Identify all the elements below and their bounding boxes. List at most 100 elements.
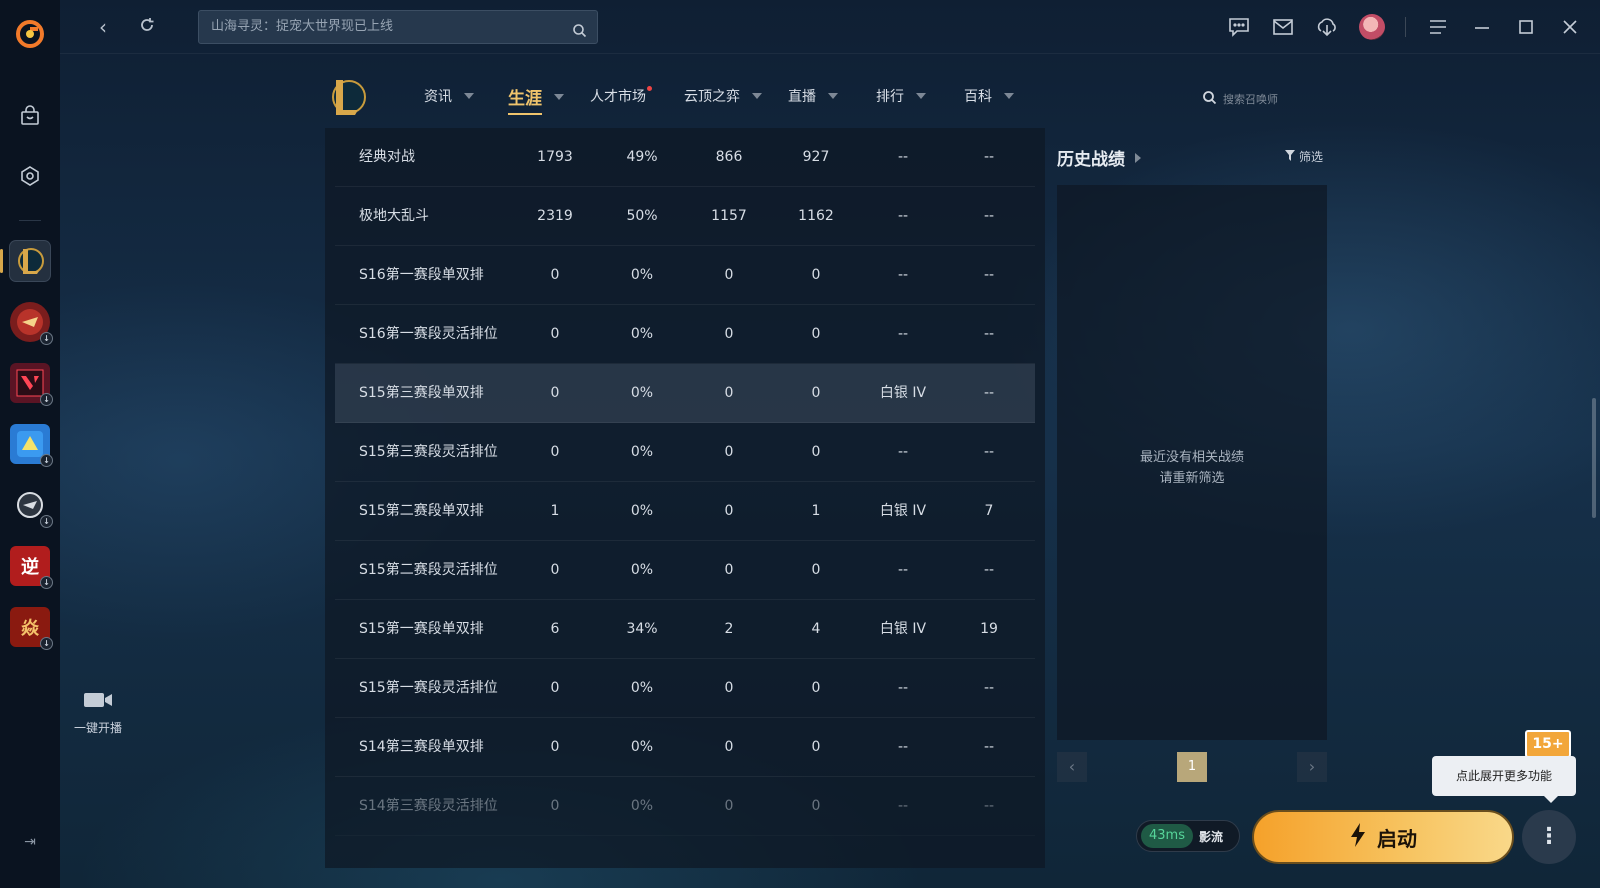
empty-line-1: 最近没有相关战绩 — [1139, 450, 1244, 465]
chevron-down-icon — [554, 93, 564, 100]
tab-news[interactable]: 资讯 — [424, 86, 474, 106]
table-row[interactable]: 经典对战 1793 49% 866 927 -- -- — [335, 128, 1035, 187]
close-icon[interactable] — [1558, 15, 1582, 39]
table-row[interactable]: S15第三赛段灵活排位 0 0% 0 0 -- -- — [335, 423, 1035, 482]
refresh-icon[interactable] — [134, 14, 160, 40]
table-row[interactable]: S15第一赛段单双排 6 34% 2 4 白银 IV 19 — [335, 600, 1035, 659]
stat-cell: 0 — [724, 385, 734, 401]
stat-cell: 0 — [811, 326, 821, 342]
table-row[interactable]: S16第一赛段单双排 0 0% 0 0 -- -- — [335, 246, 1035, 305]
download-badge-icon: ↓ — [40, 637, 53, 650]
mail-icon[interactable] — [1271, 15, 1295, 39]
stat-cell: -- — [983, 385, 995, 401]
history-panel: 最近没有相关战绩 请重新筛选 — [1057, 185, 1327, 740]
stat-cell: 0 — [550, 326, 560, 342]
mode-name-cell: S14第三赛段单双排 — [359, 739, 484, 755]
stat-cell: -- — [897, 680, 909, 696]
mode-name-cell: 极地大乱斗 — [359, 208, 429, 224]
stat-cell: 927 — [802, 149, 830, 165]
history-empty-message: 最近没有相关战绩 请重新筛选 — [1057, 447, 1327, 489]
prev-page-icon[interactable]: ‹ — [1057, 752, 1087, 782]
maximize-icon[interactable] — [1514, 15, 1538, 39]
tab-talent-market[interactable]: 人才市场 — [590, 86, 652, 106]
history-pager: ‹ 1 › — [1057, 752, 1327, 782]
filter-button[interactable]: 筛选 — [1285, 148, 1323, 165]
mode-name-cell: S16第一赛段灵活排位 — [359, 326, 498, 342]
top-bar: ‹ 山海寻灵：捉宠大世界现已上线 — [60, 0, 1600, 54]
stat-cell: 0 — [811, 444, 821, 460]
tab-wiki[interactable]: 百科 — [964, 86, 1014, 106]
table-row[interactable]: S15第三赛段单双排 0 0% 0 0 白银 IV -- — [335, 364, 1035, 423]
game-subnav: 资讯 生涯 人才市场 云顶之弈 直播 排行 百科 搜索召唤师 — [318, 70, 1308, 124]
tab-tft[interactable]: 云顶之弈 — [684, 86, 762, 106]
top-search-input[interactable]: 山海寻灵：捉宠大世界现已上线 — [198, 10, 598, 44]
stat-cell: 6 — [550, 621, 560, 637]
game-lol-tile[interactable] — [0, 241, 50, 281]
stat-cell: -- — [983, 149, 995, 165]
minimize-icon[interactable] — [1470, 15, 1494, 39]
stat-cell: -- — [897, 326, 909, 342]
history-title[interactable]: 历史战绩 — [1057, 145, 1141, 170]
page-number[interactable]: 1 — [1177, 752, 1207, 782]
game-valorant-tile[interactable]: ↓ — [10, 363, 53, 406]
scrollbar[interactable] — [1592, 398, 1596, 518]
game-red-tile[interactable]: 焱 ↓ — [10, 607, 53, 650]
launch-button[interactable]: 启动 — [1252, 810, 1514, 864]
tab-live[interactable]: 直播 — [788, 86, 838, 106]
rail-divider — [19, 220, 41, 221]
top-search-placeholder: 山海寻灵：捉宠大世界现已上线 — [211, 19, 394, 34]
store-bag-icon[interactable] — [10, 96, 50, 136]
stat-cell: 0 — [724, 562, 734, 578]
chevron-down-icon — [752, 93, 762, 99]
game-cf-tile[interactable]: ↓ — [10, 302, 53, 345]
more-features-tooltip: 点此展开更多功能 — [1432, 756, 1576, 803]
user-avatar[interactable] — [1359, 14, 1385, 40]
empty-line-2: 请重新筛选 — [1159, 471, 1225, 486]
stat-cell: 1162 — [798, 208, 834, 224]
back-arrow-icon[interactable]: ‹ — [90, 14, 116, 40]
menu-icon[interactable] — [1426, 15, 1450, 39]
accelerator-label: 影流 — [1198, 829, 1223, 844]
stat-cell: 0 — [724, 739, 734, 755]
game-ni-tile[interactable]: 逆 ↓ — [10, 546, 53, 589]
search-icon[interactable] — [572, 19, 587, 51]
filter-icon — [1285, 149, 1295, 164]
stat-cell: 1 — [811, 503, 821, 519]
stat-cell: 0% — [630, 562, 654, 578]
stat-cell: 0 — [811, 267, 821, 283]
stat-cell: -- — [897, 208, 909, 224]
stat-cell: 19 — [980, 621, 998, 637]
lol-logo-icon[interactable] — [328, 76, 366, 118]
stat-cell: 0 — [811, 798, 821, 814]
game-cf-classic-tile[interactable]: ↓ — [10, 485, 53, 528]
stat-cell: -- — [983, 798, 995, 814]
summoner-search[interactable]: 搜索召唤师 — [1202, 90, 1278, 108]
download-icon[interactable] — [1315, 15, 1339, 39]
table-row[interactable]: S15第一赛段灵活排位 0 0% 0 0 -- -- — [335, 659, 1035, 718]
app-logo-icon[interactable] — [14, 18, 46, 50]
active-indicator — [0, 249, 3, 273]
one-click-live-button[interactable]: 一键开播 — [70, 690, 126, 736]
stat-cell: 0 — [724, 503, 734, 519]
table-row[interactable]: 极地大乱斗 2319 50% 1157 1162 -- -- — [335, 187, 1035, 246]
launch-label: 启动 — [1377, 826, 1417, 851]
more-options-icon[interactable]: ⋮ — [1522, 810, 1576, 864]
collapse-rail-icon[interactable]: ⇥ — [20, 834, 40, 854]
stat-cell: 1793 — [537, 149, 573, 165]
table-row[interactable]: S15第二赛段灵活排位 0 0% 0 0 -- -- — [335, 541, 1035, 600]
stat-cell: 0 — [550, 798, 560, 814]
table-row[interactable]: S15第二赛段单双排 1 0% 0 1 白银 IV 7 — [335, 482, 1035, 541]
table-row[interactable]: S14第三赛段灵活排位 0 0% 0 0 -- -- — [335, 777, 1035, 836]
tab-label: 排行 — [876, 89, 904, 105]
game-blue-tile[interactable]: ↓ — [10, 424, 53, 467]
tab-career[interactable]: 生涯 — [508, 84, 564, 115]
network-accelerator[interactable]: 43ms 影流 — [1136, 820, 1240, 852]
discover-icon[interactable] — [10, 156, 50, 196]
next-page-icon[interactable]: › — [1297, 752, 1327, 782]
stat-cell: 4 — [811, 621, 821, 637]
chevron-right-icon — [1135, 152, 1141, 163]
table-row[interactable]: S16第一赛段灵活排位 0 0% 0 0 -- -- — [335, 305, 1035, 364]
table-row[interactable]: S14第三赛段单双排 0 0% 0 0 -- -- — [335, 718, 1035, 777]
tab-ranking[interactable]: 排行 — [876, 86, 926, 106]
chat-icon[interactable] — [1227, 15, 1251, 39]
